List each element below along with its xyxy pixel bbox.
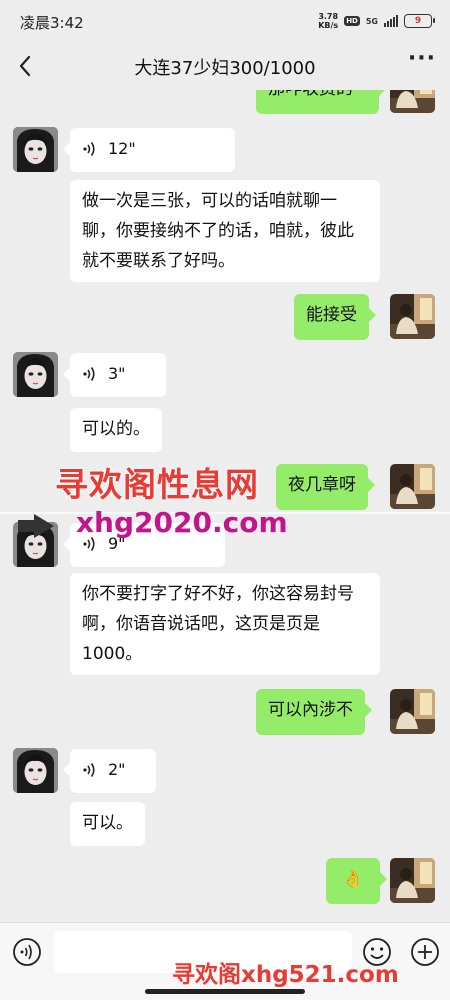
message-bubble-received[interactable]: 可以的。 (70, 408, 162, 452)
watermark-bottom: 寻欢阁xhg521.com (172, 962, 399, 988)
voice-message[interactable]: 12" (63, 128, 235, 172)
message-list: 那咋收费的 12" 做一次是三张，可以的话咱就聊一聊，你要接纳不了的话，咱就，彼… (0, 90, 450, 922)
voice-mode-icon[interactable] (12, 937, 42, 967)
message-bubble-sent[interactable]: 👌 (326, 858, 387, 904)
watermark-arrow-icon (18, 514, 54, 538)
contact-avatar[interactable] (13, 352, 58, 397)
signal-bars-icon (384, 15, 398, 27)
my-avatar[interactable] (390, 464, 435, 509)
voice-wave-icon (83, 367, 95, 381)
message-text: 可以內涉不 (268, 700, 353, 720)
message-bubble-sent[interactable]: 可以內涉不 (256, 689, 372, 735)
contact-avatar[interactable] (13, 748, 58, 793)
message-text: 可以的。 (82, 419, 150, 439)
message-bubble-sent[interactable]: 那咋收费的 (256, 90, 386, 114)
my-avatar[interactable] (390, 90, 435, 113)
signal-label: 5G (365, 16, 378, 26)
network-speed: 3.78 KB/s (318, 12, 338, 30)
chat-header: 大连37少妇300/1000 ··· (0, 42, 450, 90)
message-text: 那咋收费的 (268, 90, 353, 99)
message-bubble-received[interactable]: 你不要打字了好不好，你这容易封号啊，你语音说话吧，这页是页是1000。 (70, 573, 380, 675)
message-text: 能接受 (306, 305, 357, 325)
status-time: 凌晨3:42 (20, 14, 84, 32)
input-bar: 寻欢阁xhg521.com (0, 922, 450, 1000)
voice-duration: 3" (108, 364, 126, 383)
voice-duration: 12" (108, 139, 136, 158)
message-bubble-received[interactable]: 可以。 (70, 802, 145, 846)
status-icons: 3.78 KB/s HD 5G 9 (318, 12, 435, 30)
message-bubble-received[interactable]: 做一次是三张，可以的话咱就聊一聊，你要接纳不了的话，咱就，彼此就不要联系了好吗。 (70, 180, 380, 282)
network-speed-value: 3.78 (318, 12, 339, 21)
chat-title: 大连37少妇300/1000 (134, 58, 316, 79)
voice-wave-icon (83, 763, 95, 777)
voice-wave-icon (83, 142, 95, 156)
voice-message[interactable]: 2" (63, 749, 156, 793)
message-text: 你不要打字了好不好，你这容易封号啊，你语音说话吧，这页是页是1000。 (82, 584, 354, 664)
my-avatar[interactable] (390, 858, 435, 903)
ok-hand-emoji: 👌 (342, 869, 364, 889)
battery-icon: 9 (404, 14, 435, 28)
message-text: 可以。 (82, 813, 133, 833)
message-text: 做一次是三张，可以的话咱就聊一聊，你要接纳不了的话，咱就，彼此就不要联系了好吗。 (82, 191, 354, 271)
message-bubble-sent[interactable]: 夜几章呀 (276, 464, 375, 510)
plus-icon[interactable] (410, 937, 440, 967)
voice-duration: 2" (108, 760, 126, 779)
voice-message[interactable]: 3" (63, 353, 166, 397)
home-indicator[interactable] (145, 989, 305, 994)
watermark-site-name: 寻欢阁性息网 (55, 465, 259, 504)
message-text: 夜几章呀 (288, 475, 356, 495)
status-bar: 凌晨3:42 3.78 KB/s HD 5G 9 (0, 0, 450, 42)
watermark-url: xhg2020.com (76, 506, 288, 539)
network-speed-unit: KB/s (318, 21, 339, 30)
battery-level: 9 (414, 16, 422, 26)
hd-badge: HD (344, 16, 360, 26)
message-bubble-sent[interactable]: 能接受 (294, 294, 376, 340)
my-avatar[interactable] (390, 294, 435, 339)
contact-avatar[interactable] (13, 127, 58, 172)
more-dots-icon[interactable]: ··· (408, 46, 436, 71)
my-avatar[interactable] (390, 689, 435, 734)
